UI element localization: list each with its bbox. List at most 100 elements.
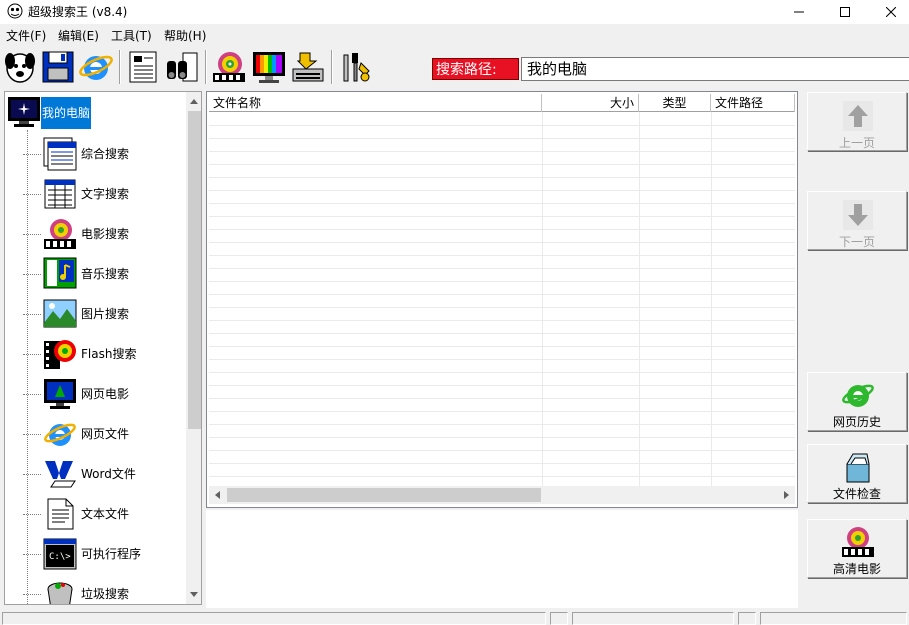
close-button[interactable]	[868, 0, 909, 24]
save-icon[interactable]	[40, 49, 76, 85]
tree-item-text-search[interactable]: 文字搜索	[5, 174, 186, 214]
grid-line	[209, 281, 795, 282]
tree-item-label: 可执行程序	[81, 547, 142, 561]
web-history-label: 网页历史	[832, 415, 881, 429]
text-file-icon	[47, 498, 74, 530]
tree-root-my-computer[interactable]: 我的电脑	[41, 97, 92, 129]
search-path-label: 搜索路径:	[432, 58, 519, 80]
tree-item-music-search[interactable]: 音乐搜索	[5, 254, 186, 294]
column-file-name[interactable]: 文件名称	[209, 94, 542, 112]
tree-item-label: 文字搜索	[81, 187, 130, 201]
tree-item-junk-search[interactable]: 垃圾搜索	[5, 574, 186, 604]
grid-line	[209, 359, 795, 360]
grid-line	[209, 255, 795, 256]
tree-item-flash-search[interactable]: Flash搜索	[5, 334, 186, 374]
close-icon	[886, 7, 896, 17]
maximize-button[interactable]	[822, 0, 868, 24]
tree-item-label: Word文件	[81, 467, 136, 481]
grid-line	[209, 424, 795, 425]
menu-edit[interactable]: 编辑(E)	[58, 27, 99, 45]
hd-movie-label: 高清电影	[832, 562, 881, 576]
tree-connector	[23, 234, 41, 235]
general-search-icon	[43, 137, 77, 171]
install-arrow-icon[interactable]	[290, 49, 326, 85]
web-movie-icon	[44, 379, 76, 409]
grid-line	[209, 294, 795, 295]
web-history-button[interactable]: 网页历史	[807, 372, 907, 431]
my-computer-icon[interactable]	[7, 95, 41, 129]
tree-connector	[23, 594, 41, 595]
previous-page-button[interactable]: 上一页	[807, 92, 907, 151]
tree-item-label: 综合搜索	[81, 147, 130, 161]
tools-icon[interactable]	[337, 49, 373, 85]
scroll-right-icon[interactable]	[784, 491, 789, 499]
minimize-button[interactable]	[776, 0, 822, 24]
file-check-button[interactable]: 文件检查	[807, 444, 907, 503]
mascot-icon[interactable]	[2, 49, 38, 85]
tree-scroll-thumb[interactable]	[188, 111, 201, 429]
search-path-field[interactable]: 我的电脑	[521, 57, 909, 81]
status-bar	[0, 610, 909, 625]
tree-item-executable[interactable]: C:\> 可执行程序	[5, 534, 186, 574]
column-file-path[interactable]: 文件路径	[711, 94, 795, 112]
binoculars-icon[interactable]	[163, 49, 199, 85]
scroll-left-icon[interactable]	[215, 491, 220, 499]
tree-scrollbar[interactable]	[186, 92, 201, 604]
movie-disc-icon	[842, 527, 874, 557]
grid-line	[209, 216, 795, 217]
svg-text:C:\>: C:\>	[49, 552, 71, 562]
grid-line	[209, 476, 795, 477]
tree-item-web-movie[interactable]: 网页电影	[5, 374, 186, 414]
movie-disc-icon[interactable]	[211, 49, 247, 85]
status-panel	[760, 612, 907, 625]
grid-line	[209, 138, 795, 139]
menu-bar: 文件(F) 编辑(E) 工具(T) 帮助(H)	[0, 27, 909, 45]
status-panel	[738, 612, 756, 625]
movie-search-icon	[44, 219, 76, 249]
tree-item-general-search[interactable]: 综合搜索	[5, 134, 186, 174]
next-page-button[interactable]: 下一页	[807, 191, 907, 250]
window-title: 超级搜索王 (v8.4)	[28, 5, 128, 19]
tree-item-label: 网页文件	[81, 427, 130, 441]
tree-item-word-file[interactable]: Word文件	[5, 454, 186, 494]
command-prompt-icon: C:\>	[43, 538, 77, 570]
file-list[interactable]: 文件名称 大小 类型 文件路径	[206, 91, 798, 508]
menu-help[interactable]: 帮助(H)	[164, 27, 206, 45]
menu-tools[interactable]: 工具(T)	[111, 27, 152, 45]
tree-connector	[23, 194, 41, 195]
internet-explorer-icon	[842, 384, 874, 407]
menu-file[interactable]: 文件(F)	[6, 27, 46, 45]
hd-movie-button[interactable]: 高清电影	[807, 519, 907, 578]
grid-line	[209, 320, 795, 321]
grid-line	[209, 411, 795, 412]
tree-item-movie-search[interactable]: 电影搜索	[5, 214, 186, 254]
tree-connector	[23, 154, 41, 155]
horizontal-scrollbar[interactable]	[209, 486, 795, 504]
preview-panel	[206, 510, 798, 608]
column-size[interactable]: 大小	[542, 94, 639, 112]
monitor-icon[interactable]	[251, 49, 287, 85]
internet-explorer-icon[interactable]	[78, 49, 114, 85]
category-tree: 我的电脑 综合搜索 文字搜索 电影搜索 音乐搜索 图片搜索 Flash搜索 网页…	[4, 91, 202, 605]
grid-line	[209, 229, 795, 230]
grid-line	[209, 385, 795, 386]
tree-item-label: 音乐搜索	[81, 267, 130, 281]
grid-line	[209, 346, 795, 347]
next-page-label: 下一页	[838, 235, 875, 249]
tree-item-image-search[interactable]: 图片搜索	[5, 294, 186, 334]
text-search-icon	[44, 179, 76, 209]
app-icon	[7, 3, 23, 19]
column-type[interactable]: 类型	[639, 94, 711, 112]
scroll-down-icon[interactable]	[190, 592, 198, 597]
tree-connector	[23, 314, 41, 315]
document-list-icon[interactable]	[125, 49, 161, 85]
grid-line	[209, 151, 795, 152]
scroll-up-icon[interactable]	[190, 99, 198, 104]
horizontal-scroll-thumb[interactable]	[227, 488, 541, 502]
tree-connector	[23, 554, 41, 555]
internet-explorer-icon	[44, 423, 76, 446]
tree-item-text-file[interactable]: 文本文件	[5, 494, 186, 534]
tree-item-web-file[interactable]: 网页文件	[5, 414, 186, 454]
tree-connector	[23, 514, 41, 515]
title-bar: 超级搜索王 (v8.4)	[0, 0, 909, 24]
